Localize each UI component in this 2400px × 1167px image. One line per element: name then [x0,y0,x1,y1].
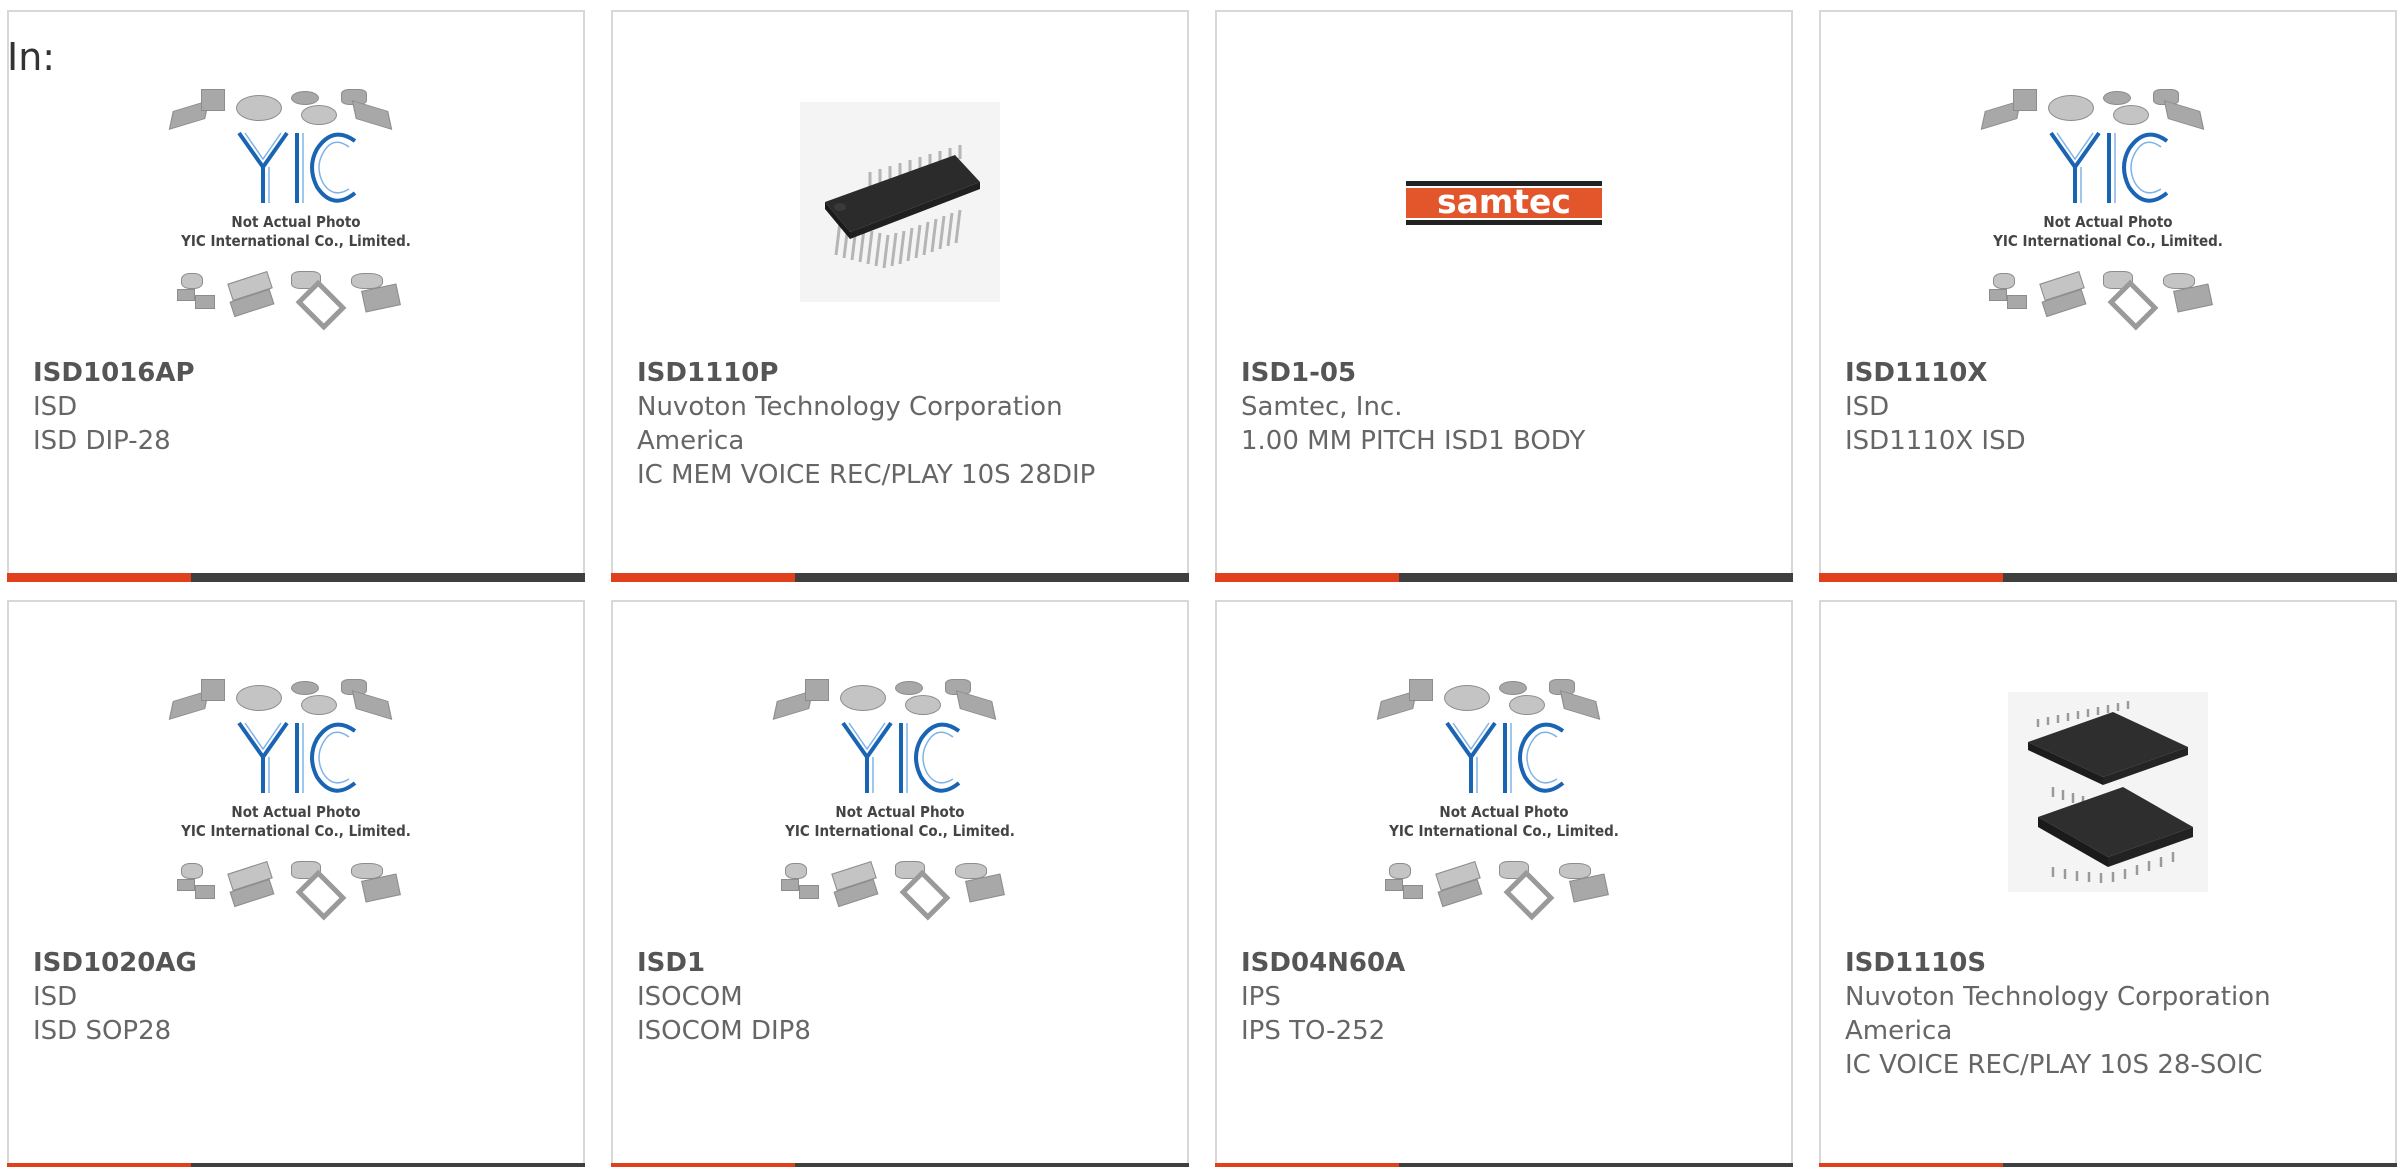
card-footer-accent [611,1163,795,1167]
card-footer-accent [7,573,191,582]
part-description: 1.00 MM PITCH ISD1 BODY [1241,426,1586,456]
product-thumbnail[interactable]: Not Actual Photo YIC International Co., … [1217,642,1791,942]
product-info: ISD04N60A IPS IPS TO-252 [1241,946,1767,1048]
placeholder-line1: Not Actual Photo [1439,803,1569,821]
yic-placeholder-image: Not Actual Photo YIC International Co., … [151,657,441,927]
placeholder-line1: Not Actual Photo [231,803,361,821]
part-number-link[interactable]: ISD1016AP [33,356,559,390]
manufacturer-name: ISOCOM [637,982,743,1012]
card-footer-bar [611,573,1189,582]
placeholder-line2: YIC International Co., Limited. [181,822,411,840]
card-footer-accent [1819,573,2003,582]
product-card[interactable]: samtec ISD1-05 Samtec, Inc. 1.00 MM PITCH … [1215,10,1793,582]
placeholder-line1: Not Actual Photo [231,213,361,231]
yic-logo-icon [2049,131,2169,203]
placeholder-line2: YIC International Co., Limited. [1993,232,2223,250]
page: In: Not Actual Photo YIC International C… [0,0,2400,1167]
yic-placeholder-image: Not Actual Photo YIC International Co., … [151,67,441,337]
product-thumbnail[interactable]: samtec [1217,52,1791,352]
product-thumbnail[interactable]: Not Actual Photo YIC International Co., … [9,52,583,352]
card-footer-accent [1215,573,1399,582]
card-footer-accent [7,1163,191,1167]
part-description: IC VOICE REC/PLAY 10S 28-SOIC [1845,1050,2263,1080]
yic-placeholder-image: Not Actual Photo YIC International Co., … [755,657,1045,927]
product-thumbnail[interactable]: Not Actual Photo YIC International Co., … [1821,52,2395,352]
part-number-link[interactable]: ISD1 [637,946,1163,980]
samtec-wordmark: samtec [1437,182,1571,221]
part-description: IPS TO-252 [1241,1016,1386,1046]
product-thumbnail[interactable]: Not Actual Photo YIC International Co., … [613,642,1187,942]
card-footer-bar [1819,573,2397,582]
yic-placeholder-image: Not Actual Photo YIC International Co., … [1963,67,2253,337]
yic-logo-icon [841,721,961,793]
part-number-link[interactable]: ISD1110S [1845,946,2371,980]
part-number-link[interactable]: ISD1110X [1845,356,2371,390]
card-footer-bar [7,573,585,582]
soic-chip-photo [2008,692,2208,892]
manufacturer-name: Nuvoton Technology Corporation America [1845,982,2271,1046]
card-footer-accent [1819,1163,2003,1167]
placeholder-line1: Not Actual Photo [2043,213,2173,231]
product-card[interactable]: Not Actual Photo YIC International Co., … [7,10,585,582]
part-description: ISD1110X ISD [1845,426,2026,456]
product-card[interactable]: ISD1110S Nuvoton Technology Corporation A… [1819,600,2397,1167]
part-description: ISD DIP-28 [33,426,171,456]
placeholder-caption: Not Actual Photo YIC International Co., … [151,213,441,251]
product-card[interactable]: Not Actual Photo YIC International Co., … [1215,600,1793,1167]
manufacturer-name: ISD [33,392,78,422]
manufacturer-name: Nuvoton Technology Corporation America [637,392,1063,456]
samtec-logo-icon: samtec [1406,181,1602,225]
product-thumbnail[interactable] [1821,642,2395,942]
card-footer-bar [1819,1163,2397,1167]
manufacturer-name: ISD [33,982,78,1012]
card-footer-bar [1215,1163,1793,1167]
product-info: ISD1110S Nuvoton Technology Corporation A… [1845,946,2371,1082]
card-footer-accent [611,573,795,582]
yic-logo-icon [237,721,357,793]
yic-logo-icon [237,131,357,203]
product-card[interactable]: ISD1110P Nuvoton Technology Corporation A… [611,10,1189,582]
product-thumbnail[interactable] [613,52,1187,352]
manufacturer-name: Samtec, Inc. [1241,392,1403,422]
product-card[interactable]: Not Actual Photo YIC International Co., … [7,600,585,1167]
placeholder-caption: Not Actual Photo YIC International Co., … [1359,803,1649,841]
samtec-logo: samtec [1404,102,1604,302]
part-description: ISOCOM DIP8 [637,1016,811,1046]
card-footer-bar [7,1163,585,1167]
part-number-link[interactable]: ISD1020AG [33,946,559,980]
dip-chip-photo [800,102,1000,302]
placeholder-caption: Not Actual Photo YIC International Co., … [1963,213,2253,251]
placeholder-line2: YIC International Co., Limited. [181,232,411,250]
dip-chip-icon [825,145,980,269]
product-card[interactable]: Not Actual Photo YIC International Co., … [611,600,1189,1167]
product-thumbnail[interactable]: Not Actual Photo YIC International Co., … [9,642,583,942]
product-info: ISD1-05 Samtec, Inc. 1.00 MM PITCH ISD1 BO… [1241,356,1767,458]
product-card[interactable]: Not Actual Photo YIC International Co., … [1819,10,2397,582]
product-info: ISD1 ISOCOM ISOCOM DIP8 [637,946,1163,1048]
product-info: ISD1110P Nuvoton Technology Corporation A… [637,356,1163,492]
placeholder-caption: Not Actual Photo YIC International Co., … [151,803,441,841]
placeholder-line2: YIC International Co., Limited. [785,822,1015,840]
part-number-link[interactable]: ISD04N60A [1241,946,1767,980]
placeholder-line2: YIC International Co., Limited. [1389,822,1619,840]
part-description: IC MEM VOICE REC/PLAY 10S 28DIP [637,460,1096,490]
part-number-link[interactable]: ISD1110P [637,356,1163,390]
manufacturer-name: ISD [1845,392,1890,422]
product-info: ISD1016AP ISD ISD DIP-28 [33,356,559,458]
soic-chip-icon [2028,701,2193,883]
manufacturer-name: IPS [1241,982,1281,1012]
card-footer-bar [611,1163,1189,1167]
yic-logo-icon [1445,721,1565,793]
placeholder-line1: Not Actual Photo [835,803,965,821]
product-info: ISD1020AG ISD ISD SOP28 [33,946,559,1048]
yic-placeholder-image: Not Actual Photo YIC International Co., … [1359,657,1649,927]
placeholder-caption: Not Actual Photo YIC International Co., … [755,803,1045,841]
product-info: ISD1110X ISD ISD1110X ISD [1845,356,2371,458]
card-footer-bar [1215,573,1793,582]
card-footer-accent [1215,1163,1399,1167]
filter-label: In: [7,35,56,79]
part-number-link[interactable]: ISD1-05 [1241,356,1767,390]
part-description: ISD SOP28 [33,1016,172,1046]
